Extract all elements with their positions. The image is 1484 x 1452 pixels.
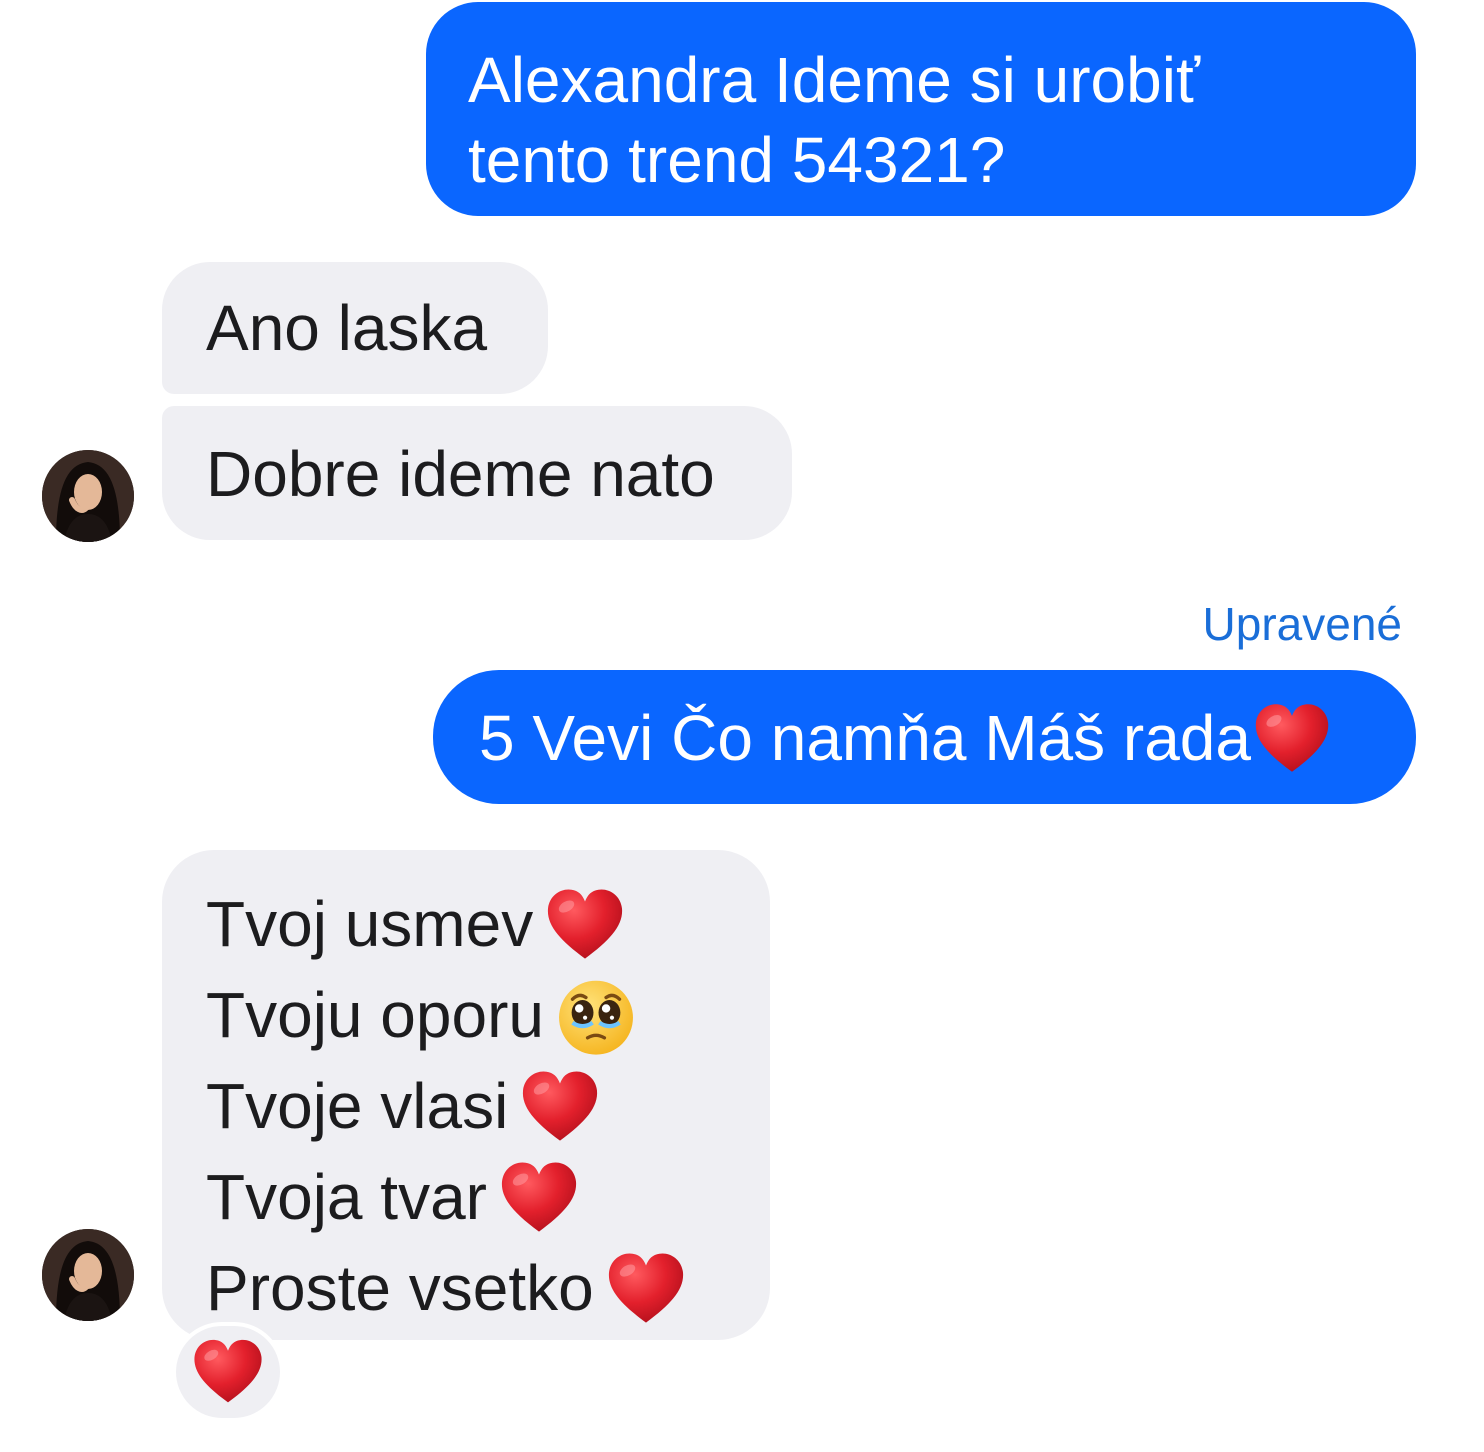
red-heart-icon — [604, 1247, 688, 1331]
outgoing-message[interactable]: Alexandra Ideme si urobiť tento trend 54… — [426, 2, 1416, 216]
red-heart-icon — [543, 883, 627, 967]
message-text-line: 5 Vevi Čo namňa Máš rada — [479, 698, 1370, 784]
message-text-line: tento trend 54321? — [468, 124, 1006, 196]
message-text: Tvoje vlasi — [206, 1070, 509, 1143]
message-text: 5 Vevi Čo namňa Máš rada — [479, 702, 1251, 774]
message-text: Proste vsetko — [206, 1252, 594, 1325]
message-text-line: Tvoj usmev — [206, 880, 726, 971]
incoming-message[interactable]: Dobre ideme nato — [162, 406, 792, 540]
avatar[interactable] — [42, 450, 134, 542]
avatar[interactable] — [42, 1229, 134, 1321]
red-heart-icon — [497, 1156, 581, 1240]
message-reaction[interactable] — [172, 1322, 284, 1422]
message-text: Dobre ideme nato — [206, 438, 715, 510]
red-heart-icon — [1251, 698, 1333, 780]
message-text: Tvoja tvar — [206, 1161, 487, 1234]
message-text: Ano laska — [206, 292, 488, 364]
message-text-line: Alexandra Ideme si urobiť — [468, 44, 1200, 116]
incoming-message[interactable]: Ano laska — [162, 262, 548, 394]
message-text-line: Proste vsetko — [206, 1244, 726, 1335]
outgoing-message[interactable]: 5 Vevi Čo namňa Máš rada — [433, 670, 1416, 804]
red-heart-icon — [190, 1334, 266, 1410]
pleading-face-icon — [554, 974, 638, 1058]
incoming-message[interactable]: Tvoj usmev Tvoju oporu Tvoje vlasi Tvoja… — [162, 850, 770, 1340]
edited-label: Upravené — [1202, 598, 1402, 650]
message-text-line: Tvoju oporu — [206, 971, 726, 1062]
message-text: Tvoju oporu — [206, 979, 544, 1052]
message-text-line: Tvoje vlasi — [206, 1062, 726, 1153]
message-text-line: Tvoja tvar — [206, 1153, 726, 1244]
chat-thread: Alexandra Ideme si urobiť tento trend 54… — [0, 0, 1484, 1452]
message-text: Tvoj usmev — [206, 888, 534, 960]
red-heart-icon — [518, 1065, 602, 1149]
